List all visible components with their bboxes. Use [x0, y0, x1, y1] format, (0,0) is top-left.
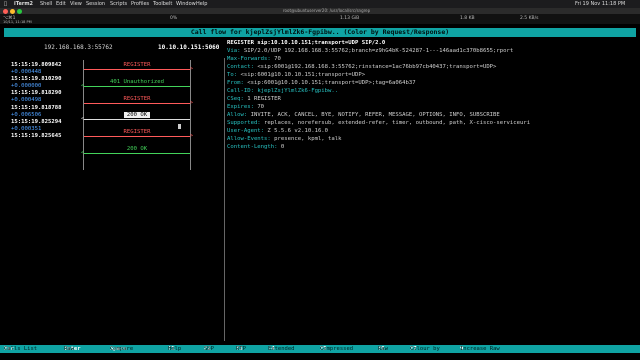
apple-icon[interactable]: 	[4, 1, 7, 7]
menubar-clock[interactable]: Fri 19 Nov 11:18 PM	[575, 1, 625, 7]
flow-time[interactable]: 15:15:19.810290	[11, 76, 62, 83]
menu-view[interactable]: View	[70, 1, 82, 7]
close-window-button[interactable]	[3, 8, 8, 14]
iterm-status-bar: ⌥⌘1 10/11, 11:18 PM 0% 1.13 GiB 1.8 KB 2…	[0, 14, 640, 24]
flow-delta: +0.006506	[11, 112, 42, 118]
flow-time[interactable]: 15:15:19.825294	[11, 119, 62, 126]
message-label: REGISTER	[123, 96, 151, 102]
detail-line: User-Agent: Z 5.5.6 v2.10.16.0	[227, 128, 329, 134]
flow-message[interactable]: REGISTER >	[84, 129, 193, 141]
detail-line: REGISTER sip:10.10.10.151;transport=UDP …	[227, 40, 386, 46]
status-datetime: 10/11, 11:18 PM	[3, 20, 32, 24]
arrow-line	[84, 86, 190, 87]
detail-line: From: <sip:6001@10.10.10.151;transport=U…	[227, 80, 416, 86]
detail-line: Max-Forwards: 70	[227, 56, 281, 62]
arrow-right-icon: >	[189, 100, 193, 106]
status-network-down: 1.8 KB	[460, 16, 475, 21]
flow-message-selected[interactable]: 200 OK <	[81, 112, 190, 124]
host-right: 10.10.10.151:5060	[158, 44, 220, 51]
detail-line: Content-Length: 0	[227, 144, 285, 150]
zoom-window-button[interactable]	[17, 8, 22, 14]
flow-delta: +0.000000	[11, 83, 42, 89]
arrow-line	[84, 153, 190, 154]
status-network-up: 2.5 KB/s	[520, 16, 539, 21]
message-label: 200 OK	[126, 146, 148, 152]
arrow-line	[84, 136, 190, 137]
host-right-lifeline	[190, 60, 191, 170]
detail-line: Call-ID: kjeplZsjYlmlZk6-Fgpibw..	[227, 88, 339, 94]
menu-toolbelt[interactable]: Toolbelt	[153, 1, 172, 7]
message-label: REGISTER	[123, 62, 151, 68]
flow-time[interactable]: 15:15:19.809842	[11, 62, 62, 69]
flow-delta: +0.000498	[11, 97, 42, 103]
detail-line: CSeq: 1 REGISTER	[227, 96, 281, 102]
status-memory: 1.13 GiB	[340, 16, 360, 21]
flow-time[interactable]: 15:15:19.818788	[11, 105, 62, 112]
menu-scripts[interactable]: Scripts	[110, 1, 127, 7]
flow-delta: +0.000351	[11, 126, 42, 132]
flow-message[interactable]: 200 OK <	[81, 146, 190, 158]
menu-window[interactable]: Window	[176, 1, 196, 7]
minimize-window-button[interactable]	[10, 8, 15, 14]
detail-line: Supported: replaces, norefersub, extende…	[227, 120, 531, 126]
sip-message-detail: REGISTER sip:10.10.10.151;transport=UDP …	[227, 39, 636, 159]
text-cursor	[178, 124, 181, 129]
message-label: 200 OK	[84, 112, 190, 119]
mac-menubar:  iTerm2 Shell Edit View Session Scripts…	[0, 0, 640, 8]
call-flow-header: Call flow for kjeplZsjYlmlZk6-Fgpibw.. (…	[4, 28, 636, 37]
menu-help[interactable]: Help	[196, 1, 207, 7]
flow-delta: +0.000448	[11, 69, 42, 75]
status-cpu: 0%	[170, 16, 178, 21]
arrow-line	[84, 69, 190, 70]
message-label: 401 Unauthorized	[110, 79, 164, 85]
message-label: REGISTER	[123, 129, 151, 135]
flow-time[interactable]: 15:15:19.825645	[11, 133, 62, 140]
panel-divider	[224, 58, 225, 341]
host-left: 192.168.168.3:55762	[44, 44, 113, 51]
window-title: root@ubuntuserver20: /usr/local/src/sngr…	[283, 8, 371, 13]
arrow-line	[84, 103, 190, 104]
menu-profiles[interactable]: Profiles	[131, 1, 149, 7]
arrow-right-icon: >	[189, 133, 193, 139]
arrow-line	[84, 119, 190, 120]
key-bindings-bar: Esc Calls List Enter Raw Space Compare F…	[0, 345, 640, 353]
menubar-app-name[interactable]: iTerm2	[14, 1, 33, 7]
flow-message[interactable]: 401 Unauthorized <	[81, 79, 190, 91]
flow-message[interactable]: REGISTER >	[84, 96, 193, 108]
menu-shell[interactable]: Shell	[40, 1, 52, 7]
detail-line: Via: SIP/2.0/UDP 192.168.168.3:55762;bra…	[227, 48, 514, 54]
menu-session[interactable]: Session	[86, 1, 105, 7]
detail-line: Contact: <sip:6001@192.168.168.3:55762;r…	[227, 64, 497, 70]
detail-line: Allow: INVITE, ACK, CANCEL, BYE, NOTIFY,…	[227, 112, 500, 118]
flow-time[interactable]: 15:15:19.818290	[11, 90, 62, 97]
arrow-right-icon: >	[189, 66, 193, 72]
arrow-left-icon: <	[81, 150, 85, 156]
arrow-left-icon: <	[81, 116, 85, 122]
detail-line: To: <sip:6001@10.10.10.151;transport=UDP…	[227, 72, 366, 78]
arrow-left-icon: <	[81, 83, 85, 89]
flow-message[interactable]: REGISTER >	[84, 62, 193, 74]
detail-line: Allow-Events: presence, kpml, talk	[227, 136, 342, 142]
detail-line: Expires: 70	[227, 104, 265, 110]
menu-edit[interactable]: Edit	[56, 1, 66, 7]
